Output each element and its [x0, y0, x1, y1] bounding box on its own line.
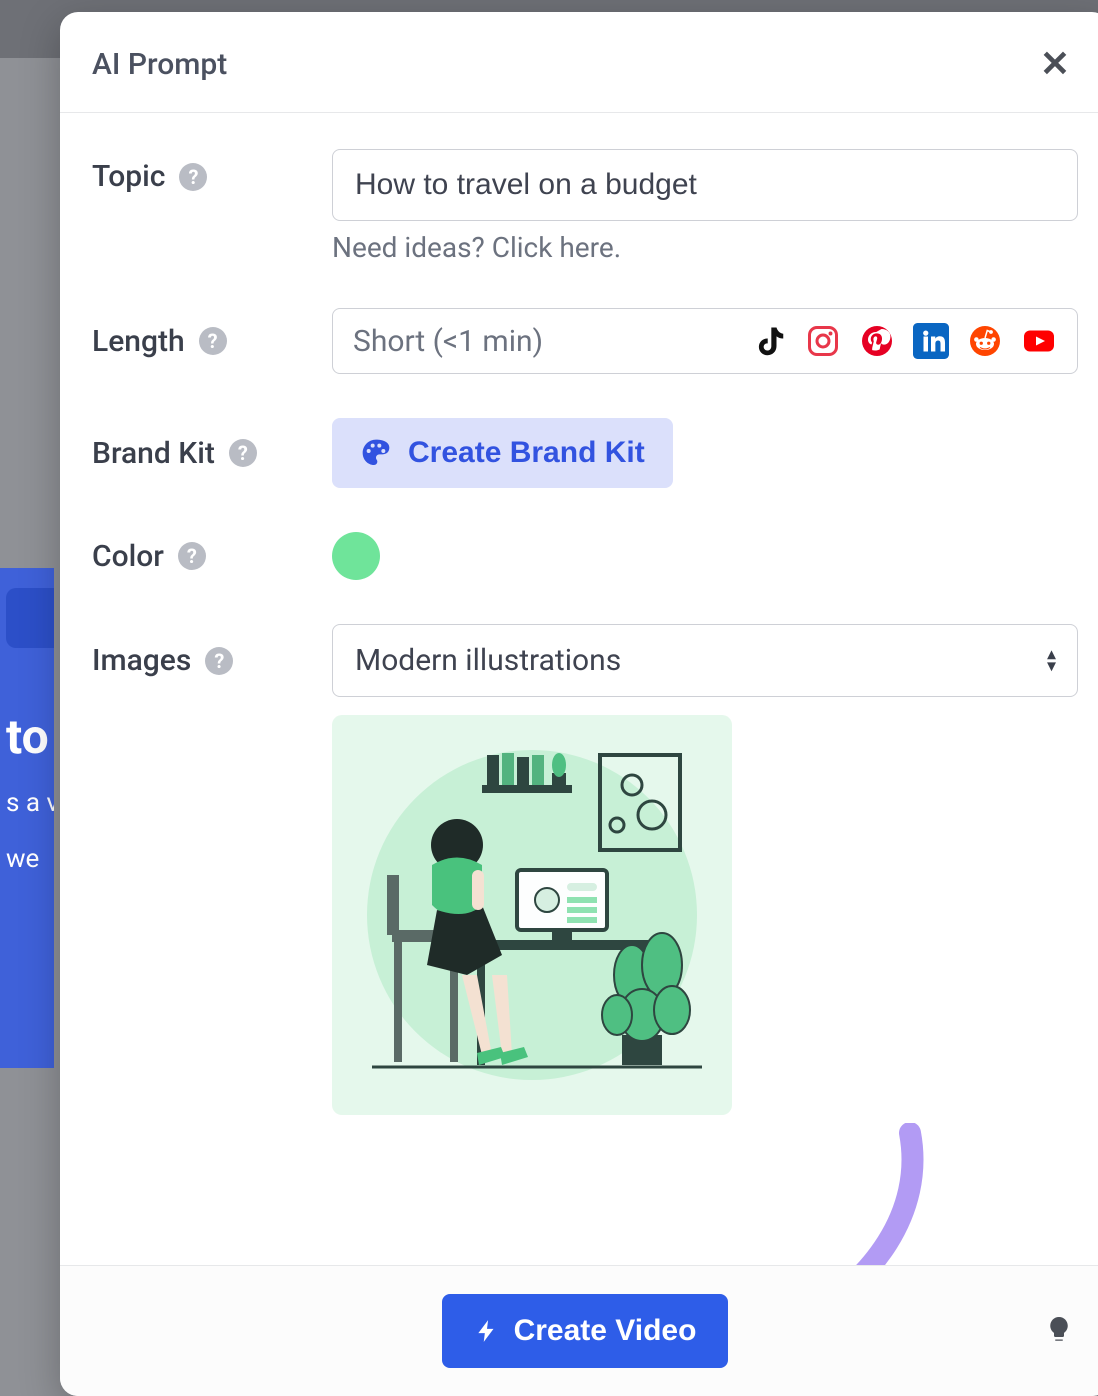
instagram-icon [805, 323, 841, 359]
create-video-button[interactable]: Create Video [442, 1294, 729, 1368]
background-card-line2: we [6, 841, 48, 877]
length-select[interactable]: Short (<1 min) [332, 308, 1078, 374]
background-card: to s a v we [0, 568, 54, 1068]
brandkit-label: Brand Kit [92, 436, 215, 471]
length-label: Length [92, 324, 185, 359]
modal-header: AI Prompt ✕ [60, 12, 1098, 113]
background-card-title: to [6, 708, 48, 765]
annotation-arrow-icon [750, 1123, 950, 1265]
create-brandkit-button[interactable]: Create Brand Kit [332, 418, 673, 488]
color-field [332, 532, 1078, 580]
images-select[interactable]: Modern illustrations [332, 624, 1078, 697]
images-select-wrap: Modern illustrations ▴▾ [332, 624, 1078, 697]
help-icon[interactable]: ? [199, 327, 227, 355]
topic-label-wrap: Topic ? [92, 149, 322, 194]
help-icon[interactable]: ? [229, 439, 257, 467]
images-select-value: Modern illustrations [355, 643, 621, 678]
images-preview-row [92, 715, 1078, 1115]
create-video-label: Create Video [514, 1314, 697, 1348]
help-icon[interactable]: ? [178, 542, 206, 570]
modal-body: Topic ? Need ideas? Click here. Length ?… [60, 113, 1098, 1265]
images-label-wrap: Images ? [92, 643, 322, 678]
brandkit-row: Brand Kit ? Create Brand Kit [92, 418, 1078, 488]
create-brandkit-label: Create Brand Kit [408, 436, 645, 470]
topic-row: Topic ? Need ideas? Click here. [92, 149, 1078, 264]
background-card-line1: s a v [6, 785, 48, 821]
topic-field-wrap: Need ideas? Click here. [332, 149, 1078, 264]
ai-prompt-modal: AI Prompt ✕ Topic ? Need ideas? Click he… [60, 12, 1098, 1396]
images-row: Images ? Modern illustrations ▴▾ [92, 624, 1078, 697]
brandkit-field: Create Brand Kit [332, 418, 1078, 488]
palette-icon [360, 437, 392, 469]
lightning-icon [474, 1318, 500, 1344]
close-button[interactable]: ✕ [1032, 42, 1078, 86]
images-label: Images [92, 643, 191, 678]
pinterest-icon [859, 323, 895, 359]
platform-icons [751, 323, 1057, 359]
length-label-wrap: Length ? [92, 324, 322, 359]
topic-ideas-link[interactable]: Need ideas? Click here. [332, 231, 621, 264]
topic-label: Topic [92, 159, 165, 194]
tips-button[interactable] [1044, 1315, 1074, 1348]
color-label: Color [92, 539, 164, 574]
background-card-icon [6, 588, 54, 648]
color-label-wrap: Color ? [92, 539, 322, 574]
close-icon: ✕ [1040, 43, 1070, 84]
illustration-preview-icon [332, 715, 732, 1115]
brandkit-label-wrap: Brand Kit ? [92, 436, 322, 471]
topic-input[interactable] [332, 149, 1078, 221]
images-preview [332, 715, 732, 1115]
length-value: Short (<1 min) [353, 324, 543, 359]
modal-title: AI Prompt [92, 47, 227, 82]
tiktok-icon [751, 323, 787, 359]
length-row: Length ? Short (<1 min) [92, 308, 1078, 374]
linkedin-icon [913, 323, 949, 359]
help-icon[interactable]: ? [179, 163, 207, 191]
color-swatch[interactable] [332, 532, 380, 580]
help-icon[interactable]: ? [205, 647, 233, 675]
modal-footer: Create Video [60, 1265, 1098, 1396]
youtube-icon [1021, 323, 1057, 359]
reddit-icon [967, 323, 1003, 359]
color-row: Color ? [92, 532, 1078, 580]
lightbulb-icon [1044, 1315, 1074, 1345]
